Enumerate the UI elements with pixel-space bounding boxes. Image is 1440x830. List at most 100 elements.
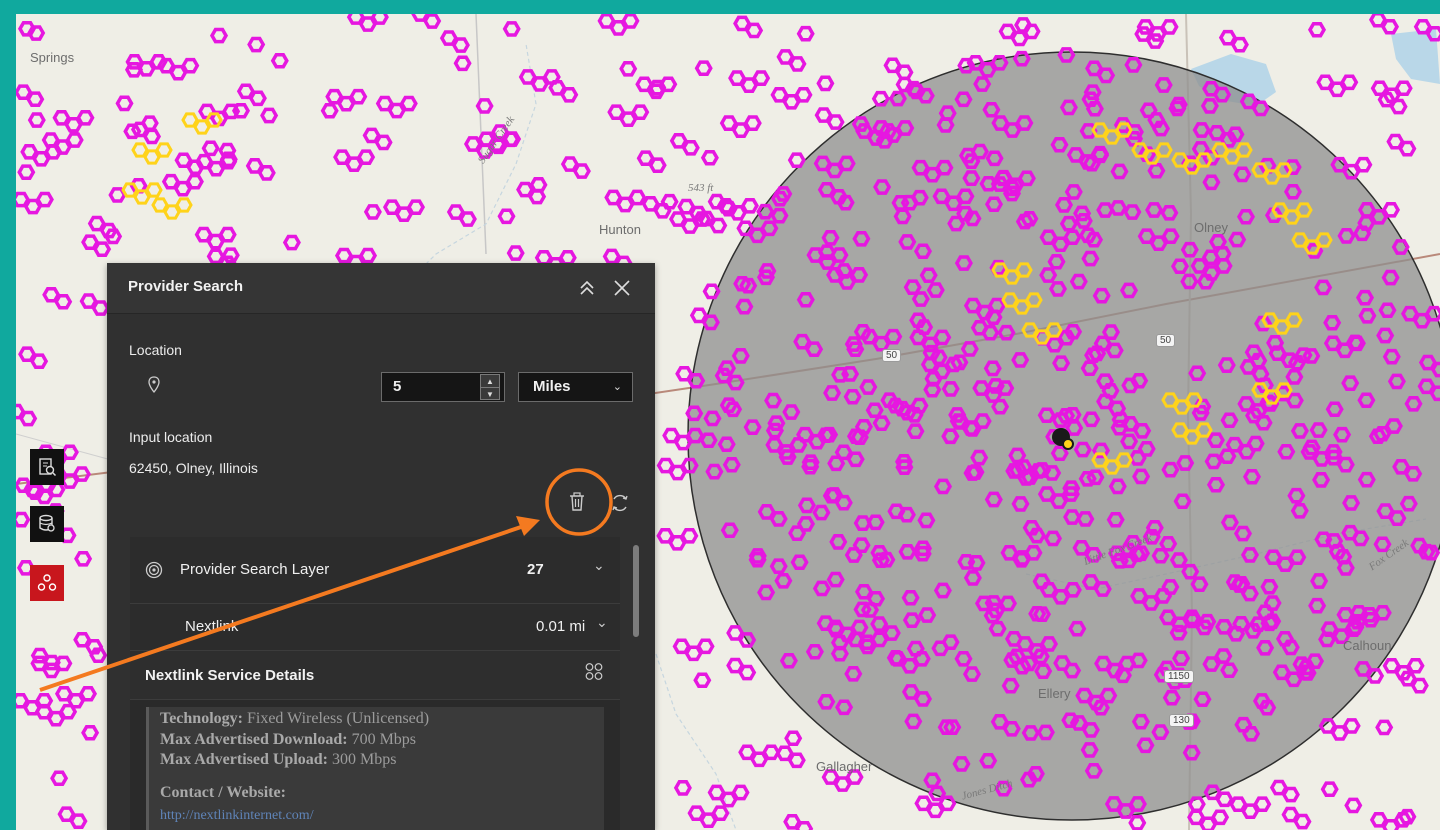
- coverage-hex: [65, 132, 84, 148]
- coverage-hex: [363, 204, 382, 220]
- panel-title: Provider Search: [128, 278, 244, 295]
- coverage-hex: [709, 217, 728, 234]
- coverage-hex: [91, 300, 110, 316]
- search-document-icon: [39, 458, 57, 477]
- coverage-hex: [1230, 36, 1249, 53]
- coverage-hex: [257, 165, 276, 181]
- coverage-hex: [453, 55, 472, 72]
- coverage-hex: [660, 193, 679, 210]
- coverage-hex: [54, 293, 73, 310]
- coverage-hex: [787, 752, 806, 769]
- refresh-button[interactable]: [610, 492, 630, 519]
- provider-row[interactable]: Nextlink 0.01 mi ⌄: [130, 604, 620, 651]
- coverage-hex: [69, 813, 88, 829]
- coverage-hex: [282, 234, 301, 251]
- coverage-hex: [1380, 18, 1400, 35]
- coverage-hex: [693, 672, 712, 689]
- search-document-button[interactable]: [30, 449, 64, 485]
- coverage-hex: [506, 245, 525, 261]
- refresh-icon: [612, 494, 628, 512]
- coverage-hex: [694, 60, 713, 77]
- collapse-button[interactable]: [576, 277, 598, 299]
- coverage-hex: [349, 88, 368, 105]
- details-body: Technology: Fixed Wireless (Unlicensed) …: [146, 707, 604, 830]
- download-value: 700 Mbps: [351, 731, 417, 748]
- coverage-hex: [374, 134, 393, 151]
- chevron-down-icon: ⌄: [593, 557, 605, 573]
- coverage-hex: [1281, 786, 1300, 803]
- coverage-hex: [175, 197, 193, 213]
- input-location-label: Input location: [129, 429, 213, 445]
- increment-icon[interactable]: ▲: [481, 375, 499, 387]
- coverage-hex: [731, 784, 750, 801]
- coverage-hex: [1215, 791, 1234, 808]
- coverage-hex: [17, 164, 36, 180]
- provider-network-button[interactable]: [30, 565, 64, 601]
- coverage-hex: [451, 37, 470, 53]
- coverage-hex: [1128, 815, 1147, 830]
- coverage-hex: [502, 21, 521, 37]
- coverage-hex: [816, 75, 835, 92]
- scrollbar[interactable]: [633, 545, 639, 637]
- highway-shield: 130: [1169, 714, 1194, 727]
- coverage-hex: [16, 511, 31, 528]
- layer-count: 27: [527, 561, 544, 578]
- upload-label: Max Advertised Upload:: [160, 751, 328, 768]
- coverage-hex: [628, 189, 647, 206]
- results-list: Provider Search Layer 27 ⌄ Nextlink 0.01…: [130, 537, 620, 830]
- coverage-hex: [247, 36, 266, 53]
- map-pin-icon: [148, 376, 160, 394]
- provider-network-icon: [37, 574, 57, 591]
- coverage-hex: [711, 805, 730, 821]
- coverage-hex: [423, 14, 442, 29]
- coverage-hex: [1342, 718, 1361, 734]
- coverage-hex: [788, 56, 807, 72]
- elevation-label: 543 ft: [688, 182, 714, 194]
- layer-row[interactable]: Provider Search Layer 27 ⌄: [130, 537, 620, 604]
- coverage-hex: [1389, 98, 1408, 115]
- coverage-hex: [209, 27, 229, 44]
- close-button[interactable]: [611, 277, 633, 299]
- coverage-hex: [619, 61, 638, 77]
- coverage-hex: [631, 104, 650, 120]
- technology-value: Fixed Wireless (Unlicensed): [246, 710, 430, 727]
- coverage-hex: [1340, 74, 1359, 91]
- coverage-hex: [218, 226, 237, 243]
- map-pin-button[interactable]: [147, 376, 161, 399]
- coverage-hex: [673, 780, 692, 796]
- details-title: Nextlink Service Details: [145, 667, 315, 684]
- database-search-button[interactable]: [30, 506, 64, 542]
- highway-shield: 50: [1156, 334, 1176, 347]
- coverage-hex: [358, 247, 378, 264]
- coverage-hex: [76, 110, 95, 126]
- decrement-icon[interactable]: ▼: [481, 387, 499, 400]
- coverage-hex: [745, 22, 764, 39]
- coverage-hex: [115, 95, 134, 112]
- close-icon: [614, 280, 630, 296]
- coverage-hex: [1320, 781, 1339, 797]
- coverage-hex: [1160, 19, 1179, 35]
- coverage-hex: [700, 149, 719, 166]
- coverage-hex: [648, 157, 667, 173]
- town-label: Olney: [1194, 220, 1228, 235]
- coverage-hex: [696, 638, 715, 655]
- panel-header: Provider Search: [107, 263, 655, 314]
- unit-select[interactable]: Miles ⌄: [518, 372, 633, 402]
- clear-button[interactable]: [568, 492, 586, 517]
- contact-link[interactable]: http://nextlinkinternet.com/: [160, 808, 314, 824]
- coverage-hex: [621, 14, 640, 29]
- coverage-hex: [740, 198, 759, 214]
- provider-distance: 0.01 mi: [536, 618, 586, 635]
- coverage-hex: [370, 14, 389, 25]
- highway-shield: 1150: [1164, 670, 1194, 683]
- layer-target-icon: [145, 561, 163, 579]
- coverage-hex: [201, 140, 220, 157]
- grid-icon[interactable]: [585, 662, 603, 682]
- distance-stepper[interactable]: ▲ ▼: [480, 374, 500, 400]
- coverage-hex: [558, 249, 577, 266]
- technology-label: Technology:: [160, 710, 243, 727]
- coverage-hex: [795, 820, 814, 830]
- coverage-hex: [74, 551, 93, 567]
- town-label: Ellery: [1038, 686, 1071, 701]
- coverage-hex: [50, 770, 69, 787]
